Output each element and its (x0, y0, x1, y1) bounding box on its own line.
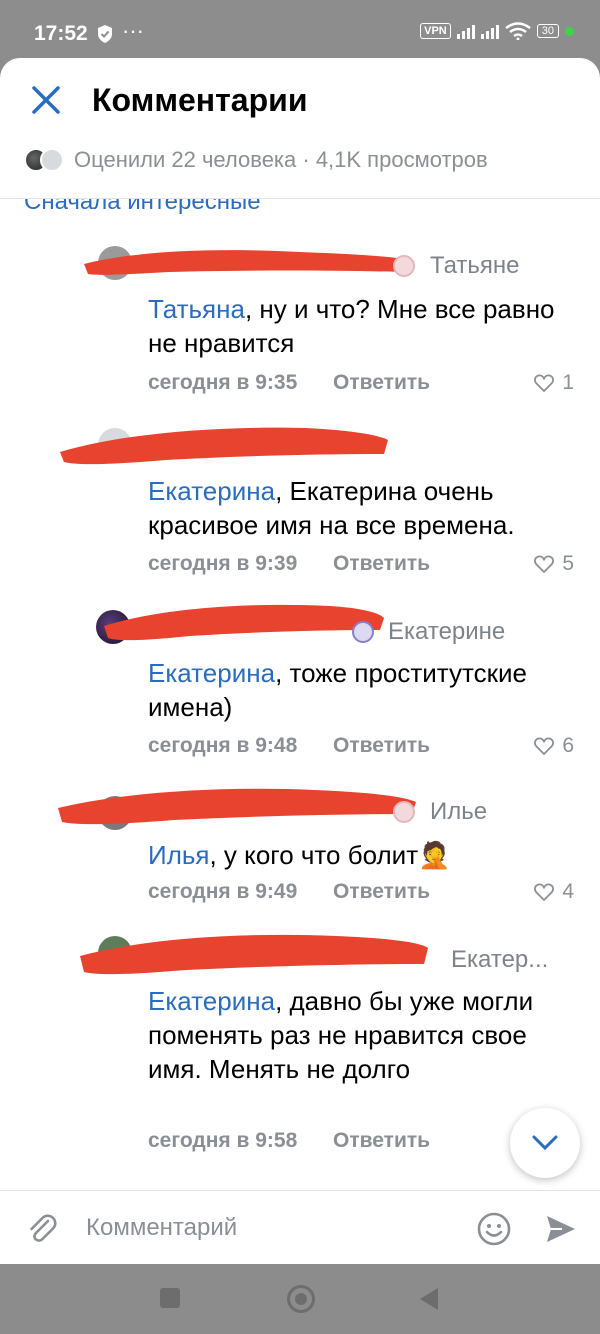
signal-icon (456, 23, 475, 39)
like-count: 4 (562, 880, 574, 903)
animal-emoji-icon (352, 621, 374, 643)
mention-link[interactable]: Екатерина (148, 986, 275, 1016)
reply-button[interactable]: Ответить (333, 880, 430, 904)
comment-text: Илья, у кого что болит🤦 (148, 840, 451, 870)
chevron-down-icon (532, 1135, 558, 1151)
reply-to-label: Илье (430, 798, 488, 825)
like-button[interactable]: 4 (534, 880, 574, 904)
reply-to-label: Екатерине (388, 618, 506, 645)
vpn-badge: VPN (420, 23, 451, 39)
facepalm-emoji: 🤦 (418, 840, 451, 870)
header: Комментарии (0, 58, 600, 142)
sort-selector[interactable]: Сначала интересные (24, 198, 261, 216)
comment-time: сегодня в 9:35 (148, 371, 298, 394)
heart-icon (534, 374, 555, 392)
likes-summary-text: Оценили 22 человека · 4,1K просмотров (74, 147, 488, 172)
comment-text: Татьяна, ну и что? Мне все равно не нрав… (148, 294, 555, 358)
heart-icon (534, 883, 555, 901)
animal-emoji-icon (393, 255, 415, 277)
paperclip-icon[interactable] (24, 1211, 60, 1247)
redacted-author-name (84, 250, 410, 275)
likes-summary[interactable]: Оценили 22 человека · 4,1K просмотров (24, 144, 488, 176)
mention-link[interactable]: Екатерина (148, 658, 275, 688)
reply-button[interactable]: Ответить (333, 734, 430, 758)
home-button[interactable] (287, 1285, 315, 1313)
reply-button[interactable]: Ответить (333, 552, 430, 576)
avatar (40, 148, 64, 172)
mention-link[interactable]: Татьяна (148, 294, 245, 324)
comment-composer (0, 1190, 600, 1264)
comment-time: сегодня в 9:49 (148, 880, 298, 903)
signal-icon-2 (480, 23, 499, 39)
battery-icon: 30 (536, 24, 559, 38)
more-notifications-icon: ··· (122, 18, 144, 43)
status-time: 17:52 (34, 22, 88, 45)
close-icon[interactable] (28, 82, 64, 118)
like-button[interactable]: 6 (534, 734, 574, 758)
redacted-author-name (80, 934, 428, 975)
comment-text: Екатерина, давно бы уже могли поменять р… (148, 986, 534, 1084)
like-button[interactable]: 5 (534, 552, 574, 576)
like-count: 1 (562, 371, 574, 394)
heart-icon (534, 555, 555, 573)
comment-text: Екатерина, Екатерина очень красивое имя … (148, 476, 515, 540)
scroll-down-button[interactable] (510, 1108, 580, 1178)
reply-to-label: Татьяне (430, 252, 520, 279)
smile-icon[interactable] (476, 1211, 512, 1247)
shield-icon (98, 25, 112, 43)
system-nav-bar (0, 1264, 600, 1334)
back-button[interactable] (420, 1288, 438, 1310)
indicator-dot (565, 26, 574, 36)
comment-time: сегодня в 9:48 (148, 734, 298, 757)
redacted-author-name (58, 788, 416, 825)
comments-sheet: Комментарии Оценили 22 человека · 4,1K п… (0, 58, 600, 1264)
comment-text: Екатерина, тоже проститутские имена) (148, 658, 527, 722)
recent-apps-button[interactable] (160, 1288, 180, 1308)
reply-to-label: Екатер... (451, 946, 549, 973)
animal-emoji-icon (393, 801, 415, 823)
redacted-author-name (104, 604, 384, 641)
divider (0, 198, 600, 199)
status-bar: 17:52 ··· VPN 30 (0, 0, 600, 62)
comment-time: сегодня в 9:39 (148, 552, 298, 575)
like-count: 5 (562, 552, 574, 575)
mention-link[interactable]: Екатерина (148, 476, 275, 506)
page-title: Комментарии (92, 82, 308, 118)
reply-button[interactable]: Ответить (333, 371, 430, 395)
wifi-icon (505, 22, 531, 40)
mention-link[interactable]: Илья (148, 840, 209, 870)
comment-input[interactable] (86, 1209, 456, 1247)
reply-button[interactable]: Ответить (333, 1129, 430, 1153)
like-button[interactable]: 1 (534, 371, 574, 395)
like-count: 6 (562, 734, 574, 757)
redacted-author-name (60, 427, 388, 465)
comment-time: сегодня в 9:58 (148, 1129, 298, 1152)
send-icon[interactable] (544, 1213, 578, 1245)
heart-icon (534, 737, 555, 755)
